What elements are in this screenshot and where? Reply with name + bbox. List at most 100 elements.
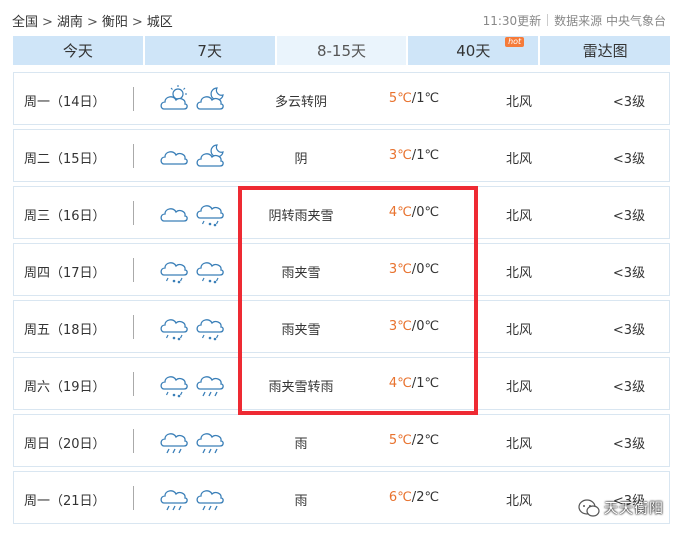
high-temp: 6℃ — [388, 490, 412, 505]
overcast-icon — [160, 208, 188, 222]
temperature-range: 4℃/1℃ — [374, 376, 454, 391]
breadcrumb: 全国 > 湖南 > 衡阳 > 城区 — [12, 11, 173, 30]
low-temp: 2℃ — [416, 490, 440, 505]
forecast-row: 周五（18日） 雨夹雪 3℃/0℃ 北风 <3级 — [13, 300, 670, 353]
forecast-row: 周日（20日） 雨 5℃/2℃ 北风 <3级 — [13, 414, 670, 467]
tab-label: 雷达图 — [582, 42, 628, 60]
forecast-row: 周四（17日） 雨夹雪 3℃/0℃ 北风 <3级 — [13, 243, 670, 296]
rain-icon — [196, 490, 224, 511]
sleet-icon — [196, 205, 224, 227]
breadcrumb-separator: > — [42, 15, 53, 30]
forecast-row: 周一（14日） 多云转阴 5℃/1℃ 北风 <3级 — [13, 72, 670, 125]
weather-condition: 雨 — [294, 494, 308, 509]
wind-level: <3级 — [612, 437, 646, 452]
tab-8-15-days[interactable]: 8-15天 — [276, 36, 407, 65]
row-divider — [133, 372, 134, 396]
wind-level: <3级 — [612, 95, 646, 110]
forecast-list: 周一（14日） 多云转阴 5℃/1℃ 北风 <3级 周二（15日） 阴 3℃/1… — [13, 72, 670, 528]
forecast-day: 周二（15日） — [24, 152, 106, 167]
wind-level: <3级 — [612, 266, 646, 281]
forecast-row: 周三（16日） 阴转雨夹雪 4℃/0℃ 北风 <3级 — [13, 186, 670, 239]
low-temp: 0℃ — [416, 319, 440, 334]
breadcrumb-separator: > — [86, 15, 98, 30]
forecast-row: 周二（15日） 阴 3℃/1℃ 北风 <3级 — [13, 129, 670, 182]
top-bar: 全国 > 湖南 > 衡阳 > 城区 11:30更新 数据来源 中央气象台 — [0, 0, 696, 36]
high-temp: 3℃ — [388, 148, 412, 163]
wind-direction: 北风 — [505, 209, 532, 224]
watermark-text: 天天衡阳 — [604, 501, 664, 517]
high-temp: 5℃ — [388, 433, 412, 448]
low-temp: 1℃ — [416, 376, 440, 391]
high-temp: 3℃ — [388, 319, 412, 334]
rain-icon — [196, 376, 224, 397]
wind-direction: 北风 — [505, 266, 532, 281]
breadcrumb-city[interactable]: 衡阳 — [102, 11, 128, 30]
temperature-range: 4℃/0℃ — [374, 205, 454, 220]
row-divider — [133, 486, 134, 510]
row-divider — [133, 258, 134, 282]
row-divider — [133, 429, 134, 453]
update-meta: 11:30更新 数据来源 中央气象台 — [483, 12, 666, 29]
forecast-day: 周五（18日） — [24, 323, 106, 338]
wind-level: <3级 — [612, 152, 646, 167]
data-source: 数据来源 中央气象台 — [554, 14, 666, 28]
sleet-icon — [160, 376, 188, 398]
high-temp: 4℃ — [388, 376, 412, 391]
wind-level: <3级 — [612, 323, 646, 338]
high-temp: 5℃ — [388, 91, 412, 106]
partly-cloudy-sun-icon — [160, 85, 188, 110]
low-temp: 0℃ — [416, 205, 440, 220]
high-temp: 3℃ — [388, 262, 412, 277]
weather-condition: 多云转阴 — [274, 95, 327, 110]
forecast-day: 周一（21日） — [24, 494, 106, 509]
rain-icon — [160, 490, 188, 511]
wind-direction: 北风 — [505, 323, 532, 338]
weather-condition: 阴转雨夹雪 — [268, 209, 334, 224]
forecast-tabs: 今天 7天 8-15天 40天 hot 雷达图 — [13, 36, 670, 65]
rain-icon — [196, 433, 224, 454]
temperature-range: 3℃/0℃ — [374, 262, 454, 277]
breadcrumb-province[interactable]: 湖南 — [57, 11, 83, 30]
wind-direction: 北风 — [505, 152, 532, 167]
weather-condition: 雨夹雪 — [281, 323, 321, 338]
cloudy-night-icon — [196, 87, 224, 110]
tab-radar[interactable]: 雷达图 — [540, 36, 670, 65]
weather-condition: 阴 — [294, 152, 308, 167]
watermark: 天天衡阳 — [578, 496, 664, 520]
wind-level: <3级 — [612, 209, 646, 224]
wind-direction: 北风 — [505, 437, 532, 452]
sleet-icon — [196, 262, 224, 284]
tab-40-days[interactable]: 40天 hot — [408, 36, 539, 65]
tab-today[interactable]: 今天 — [13, 36, 143, 65]
low-temp: 1℃ — [416, 148, 440, 163]
wind-direction: 北风 — [505, 95, 532, 110]
sleet-icon — [160, 262, 188, 284]
temperature-range: 5℃/2℃ — [374, 433, 454, 448]
forecast-day: 周日（20日） — [24, 437, 106, 452]
sleet-icon — [196, 319, 224, 341]
temperature-range: 3℃/0℃ — [374, 319, 454, 334]
weather-condition: 雨夹雪 — [281, 266, 321, 281]
weather-condition: 雨 — [294, 437, 308, 452]
forecast-day: 周一（14日） — [24, 95, 106, 110]
weather-condition: 雨夹雪转雨 — [268, 380, 334, 395]
forecast-day: 周三（16日） — [24, 209, 106, 224]
forecast-row: 周一（21日） 雨 6℃/2℃ 北风 <3级 — [13, 471, 670, 524]
high-temp: 4℃ — [388, 205, 412, 220]
sleet-icon — [160, 319, 188, 341]
cloudy-night-icon — [196, 144, 224, 167]
breadcrumb-national[interactable]: 全国 — [12, 11, 38, 30]
rain-icon — [160, 433, 188, 454]
tab-label: 7天 — [197, 42, 222, 60]
low-temp: 1℃ — [416, 91, 440, 106]
breadcrumb-district: 城区 — [146, 15, 173, 30]
temperature-range: 3℃/1℃ — [374, 148, 454, 163]
tab-7-days[interactable]: 7天 — [144, 36, 275, 65]
low-temp: 2℃ — [416, 433, 440, 448]
meta-divider — [547, 14, 549, 26]
update-time: 11:30更新 — [482, 14, 542, 28]
temperature-range: 6℃/2℃ — [374, 490, 454, 505]
wind-direction: 北风 — [505, 380, 532, 395]
wind-direction: 北风 — [505, 494, 532, 509]
forecast-row: 周六（19日） 雨夹雪转雨 4℃/1℃ 北风 <3级 — [13, 357, 670, 410]
